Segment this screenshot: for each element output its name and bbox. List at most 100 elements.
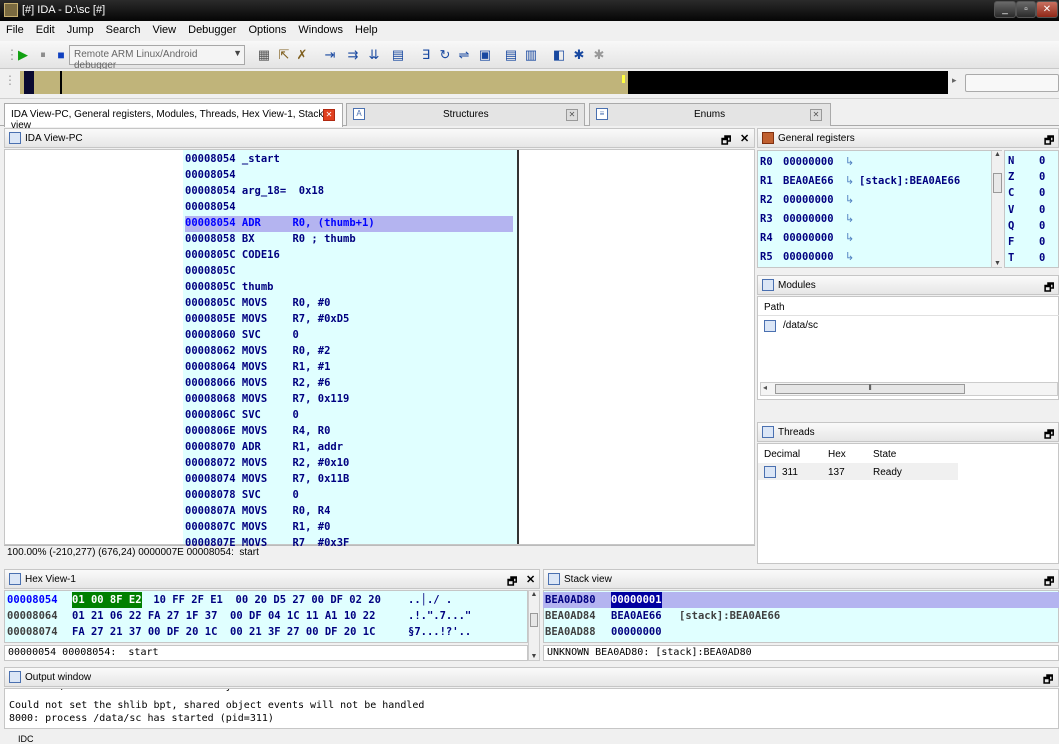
run-to-cursor-icon[interactable]: ⇊ (366, 47, 382, 63)
menu-edit[interactable]: Edit (30, 21, 61, 36)
disasm-line[interactable]: 00008070 ADR R1, addr (185, 439, 343, 455)
disasm-line[interactable]: 0000807A MOVS R0, R4 (185, 503, 330, 519)
disasm-line[interactable]: 00008054 arg_18= 0x18 (185, 183, 324, 199)
detach-process-icon[interactable]: ✗ (294, 47, 310, 63)
debugger-select[interactable]: Remote ARM Linux/Android debugger ▼ (69, 45, 245, 71)
nav-band-arrows-icon[interactable]: ▸ (952, 75, 957, 86)
hex-ascii[interactable]: §7...!?'.. (408, 624, 471, 640)
register-arrow-icon[interactable]: ↳ (845, 172, 854, 191)
flag-value[interactable]: 0 (1039, 185, 1045, 201)
hex-ascii[interactable]: ..│./ . (408, 592, 452, 608)
menu-jump[interactable]: Jump (61, 21, 100, 36)
disasm-line[interactable]: 00008054 ADR R0, (thumb+1) (185, 215, 375, 231)
breakpoints-list-icon[interactable]: ▤ (503, 47, 519, 63)
disasm-line[interactable]: 0000807E MOVS R7 #0x3F (185, 535, 349, 551)
maximize-button[interactable]: ▫ (1016, 1, 1036, 18)
continue-icon[interactable]: ▶ (15, 47, 31, 63)
tab-structures[interactable]: A Structures ✕ (346, 103, 585, 126)
hex-bytes[interactable]: 01 21 06 22 FA 27 1F 37 00 DF 04 1C 11 A… (72, 608, 375, 624)
disasm-line[interactable]: 0000806E MOVS R4, R0 (185, 423, 330, 439)
flag-value[interactable]: 0 (1039, 202, 1045, 218)
show-trace-icon[interactable]: ▣ (477, 47, 493, 63)
enable-breakpoint-icon[interactable]: ✱ (571, 47, 587, 63)
step-into-icon[interactable]: ⇥ (322, 47, 338, 63)
flag-value[interactable]: 0 (1039, 153, 1045, 169)
close-panel-icon[interactable]: ✕ (740, 132, 749, 145)
register-value[interactable]: 00000000 (783, 248, 834, 267)
register-value[interactable]: 00000000 (783, 153, 834, 172)
disasm-line[interactable]: 0000805C CODE16 (185, 247, 280, 263)
attach-process-icon[interactable]: ⇱ (276, 47, 292, 63)
stack-value[interactable]: BEA0AE66 (611, 608, 662, 624)
hex-bytes[interactable]: 10 FF 2F E1 00 20 D5 27 00 DF 02 20 (147, 592, 381, 608)
trace-icon[interactable]: ⇌ (456, 47, 472, 63)
modules-hscrollbar[interactable]: ◂ ⦀ (760, 382, 1058, 396)
pause-icon[interactable]: ⏸ (35, 47, 51, 63)
disasm-line[interactable]: 00008078 SVC 0 (185, 487, 299, 503)
disasm-line[interactable]: 00008062 MOVS R0, #2 (185, 343, 330, 359)
output-text[interactable]: Chdir D:\ : No such file or directory Co… (4, 688, 1059, 729)
flag-value[interactable]: 0 (1039, 218, 1045, 234)
threads-state-column[interactable]: State (873, 449, 896, 460)
disasm-line[interactable]: 0000805C thumb (185, 279, 274, 295)
register-value[interactable]: 00000000 (783, 210, 834, 229)
module-item[interactable]: /data/sc (783, 320, 818, 331)
minimize-button[interactable]: _ (994, 1, 1016, 18)
menu-view[interactable]: View (146, 21, 182, 36)
menu-search[interactable]: Search (100, 21, 147, 36)
tab-close-icon[interactable]: ✕ (566, 109, 578, 121)
tab-debug-views[interactable]: IDA View-PC, General registers, Modules,… (4, 103, 343, 131)
step-until-return-icon[interactable]: ▤ (390, 47, 406, 63)
disasm-line[interactable]: 00008060 SVC 0 (185, 327, 299, 343)
disasm-line[interactable]: 00008074 MOVS R7, 0x11B (185, 471, 349, 487)
menu-help[interactable]: Help (349, 21, 384, 36)
menu-debugger[interactable]: Debugger (182, 21, 242, 36)
register-value[interactable]: 00000000 (783, 191, 834, 210)
modules-path-column[interactable]: Path (764, 302, 785, 313)
register-arrow-icon[interactable]: ↳ (845, 210, 854, 229)
disasm-line[interactable]: 00008068 MOVS R7, 0x119 (185, 391, 349, 407)
hex-selected-bytes[interactable]: 01 00 8F E2 (72, 592, 142, 608)
step-over-icon[interactable]: ⇉ (345, 47, 361, 63)
flag-value[interactable]: 0 (1039, 250, 1045, 266)
hex-ascii[interactable]: .!.".7..." (408, 608, 471, 624)
modules-list[interactable]: Path /data/sc ◂ ⦀ (757, 296, 1059, 400)
disasm-line[interactable]: 00008054 (185, 199, 236, 215)
disasm-line[interactable]: 00008054 (185, 167, 236, 183)
register-arrow-icon[interactable]: ↳ (845, 191, 854, 210)
watch-list-icon[interactable]: ▥ (523, 47, 539, 63)
tab-close-icon[interactable]: ✕ (810, 109, 822, 121)
register-value[interactable]: 00000000 (783, 229, 834, 248)
disasm-line[interactable]: 0000805C MOVS R0, #0 (185, 295, 330, 311)
flag-value[interactable]: 0 (1039, 169, 1045, 185)
stop-icon[interactable]: ■ (53, 47, 69, 63)
disable-breakpoint-icon[interactable]: ✱ (591, 47, 607, 63)
disasm-line[interactable]: 00008054 _start (185, 151, 280, 167)
disasm-line[interactable]: 00008058 BX R0 ; thumb (185, 231, 356, 247)
hex-view-scrollbar[interactable]: ▲ ▼ (528, 590, 540, 661)
register-arrow-icon[interactable]: ↳ (845, 248, 854, 267)
close-panel-icon[interactable]: ✕ (526, 573, 535, 586)
disasm-line[interactable]: 0000805C (185, 263, 236, 279)
tab-enums[interactable]: ≡ Enums ✕ (589, 103, 831, 126)
disasm-line[interactable]: 00008072 MOVS R2, #0x10 (185, 455, 349, 471)
register-value[interactable]: BEA0AE66 (783, 172, 834, 191)
register-arrow-icon[interactable]: ↳ (845, 153, 854, 172)
disasm-line[interactable]: 0000805E MOVS R7, #0xD5 (185, 311, 349, 327)
menu-file[interactable]: File (0, 21, 30, 36)
debugger-options-icon[interactable]: ▦ (256, 47, 272, 63)
disasm-line[interactable]: 0000806C SVC 0 (185, 407, 299, 423)
threads-decimal-column[interactable]: Decimal (764, 449, 800, 460)
close-button[interactable]: ✕ (1036, 1, 1058, 18)
stack-value[interactable]: 00000001 (611, 592, 662, 608)
add-breakpoint-icon[interactable]: ◧ (551, 47, 567, 63)
navigation-band[interactable] (20, 71, 948, 94)
flag-value[interactable]: 0 (1039, 234, 1045, 250)
step-icon[interactable]: ∃ (418, 47, 434, 63)
nav-band-zoom-combo[interactable] (965, 74, 1059, 92)
menu-options[interactable]: Options (242, 21, 292, 36)
disasm-line[interactable]: 00008064 MOVS R1, #1 (185, 359, 330, 375)
disasm-line[interactable]: 00008066 MOVS R2, #6 (185, 375, 330, 391)
menu-windows[interactable]: Windows (292, 21, 349, 36)
disasm-line[interactable]: 0000807C MOVS R1, #0 (185, 519, 330, 535)
